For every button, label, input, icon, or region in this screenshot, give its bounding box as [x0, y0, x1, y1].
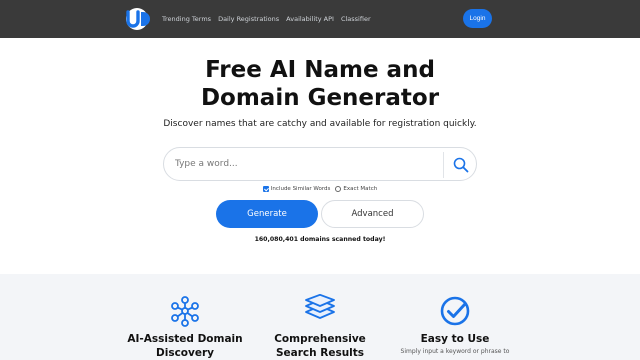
nav-link-trending-terms[interactable]: Trending Terms [162, 13, 211, 25]
search-icon [453, 157, 469, 173]
generate-button[interactable]: Generate [216, 200, 318, 228]
advanced-button[interactable]: Advanced [321, 200, 424, 228]
check-circle-icon [440, 296, 470, 326]
nav-link-daily-registrations[interactable]: Daily Registrations [218, 13, 279, 25]
layers-icon [305, 294, 335, 319]
feature-description: Simply input a keyword or phrase to [400, 348, 510, 355]
include-similar-checkbox[interactable] [262, 186, 269, 192]
top-navbar: Trending Terms Daily Registrations Avail… [0, 0, 640, 38]
exact-match-option[interactable]: Exact Match [335, 186, 377, 192]
feature-comprehensive: Comprehensive Search Results [250, 294, 390, 360]
exact-match-label: Exact Match [343, 186, 378, 192]
feature-title: Easy to Use [420, 333, 490, 345]
logo-icon[interactable] [122, 7, 152, 31]
search-input[interactable] [175, 148, 435, 180]
exact-match-radio[interactable] [335, 186, 342, 192]
nav-link-availability-api[interactable]: Availability API [286, 13, 334, 25]
features-section: AI-Assisted Domain Discovery Comprehensi… [0, 274, 640, 360]
network-icon [171, 296, 199, 327]
search-bar [163, 147, 477, 181]
feature-title-line-2: Search Results [275, 347, 365, 359]
search-divider [443, 152, 444, 178]
feature-title-line-2: Discovery [156, 347, 214, 359]
feature-title-line-1: Comprehensive [274, 333, 366, 345]
domains-scanned-counter: 160,080,401 domains scanned today! [254, 236, 386, 243]
search-button[interactable] [448, 152, 474, 178]
include-similar-option[interactable]: Include Similar Words [262, 186, 331, 192]
nav-link-classifier[interactable]: Classifier [341, 13, 371, 25]
feature-title-line-1: AI-Assisted Domain [127, 333, 243, 345]
page-subtitle: Discover names that are catchy and avail… [163, 119, 477, 129]
page-title-line-1: Free AI Name and [205, 57, 435, 83]
page-title-line-2: Domain Generator [200, 85, 440, 111]
feature-easy-to-use: Easy to Use Simply input a keyword or ph… [385, 294, 525, 356]
feature-ai-assisted: AI-Assisted Domain Discovery [115, 294, 255, 360]
login-button[interactable]: Login [463, 9, 492, 28]
search-options: Include Similar Words Exact Match [0, 186, 640, 192]
main-nav: Trending Terms Daily Registrations Avail… [162, 13, 371, 25]
include-similar-label: Include Similar Words [270, 186, 331, 192]
